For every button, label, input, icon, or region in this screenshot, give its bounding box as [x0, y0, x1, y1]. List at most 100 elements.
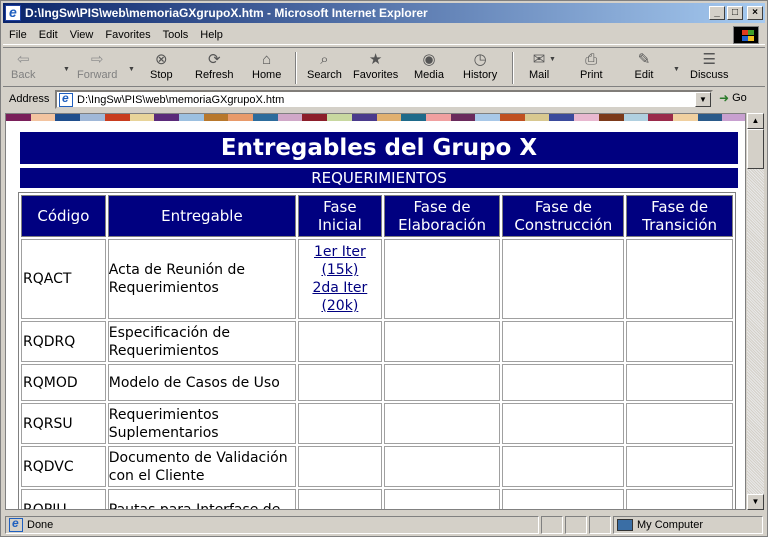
refresh-button[interactable]: ⟳ Refresh [195, 48, 234, 81]
address-dropdown-icon[interactable]: ▼ [695, 92, 711, 107]
stop-icon: ⊗ [155, 51, 168, 68]
table-row: RQPIU Pautas para Interfase de [21, 489, 733, 509]
menu-help[interactable]: Help [194, 29, 229, 41]
cell-name: Especificación de Requerimientos [107, 321, 297, 362]
cell-code: RQPIU [21, 489, 106, 509]
cell-name: Modelo de Casos de Uso [107, 364, 297, 401]
cell-name: Acta de Reunión de Requerimientos [107, 239, 297, 319]
zone-text: My Computer [637, 519, 704, 531]
favorites-icon: ★ [368, 51, 383, 68]
column-header-entregable: Entregable [107, 195, 297, 237]
go-button[interactable]: ➜ Go [719, 91, 747, 105]
scroll-down-icon[interactable]: ▼ [747, 494, 764, 510]
column-header-fase-transicion: Fase de Transición [626, 195, 733, 237]
cell-empty [626, 446, 733, 487]
page-viewport: Entregables del Grupo X REQUERIMIENTOS C… [5, 113, 746, 510]
favorites-button[interactable]: ★ Favorites [353, 48, 398, 81]
search-button[interactable]: ⌕ Search [307, 48, 342, 81]
cell-empty [626, 239, 733, 319]
status-pane [541, 516, 563, 534]
edit-dropdown-icon[interactable]: ▼ [673, 66, 680, 73]
menu-favorites[interactable]: Favorites [99, 29, 156, 41]
cell-code: RQRSU [21, 403, 106, 444]
column-header-fase-elaboracion: Fase de Elaboración [383, 195, 501, 237]
forward-arrow-icon: ⇨ [90, 51, 104, 68]
scroll-thumb[interactable] [747, 129, 764, 169]
cell-fase-inicial: 1er Iter (15k) 2da Iter (20k) [298, 239, 382, 319]
search-icon: ⌕ [320, 51, 329, 68]
cell-empty [298, 446, 382, 487]
link-2da-iter[interactable]: 2da Iter (20k) [299, 279, 381, 315]
go-arrow-icon: ➜ [719, 91, 730, 105]
edit-icon: ✎ [637, 51, 651, 68]
cell-empty [383, 403, 501, 444]
address-label: Address [9, 93, 50, 105]
print-icon: ⎙ [585, 51, 598, 68]
minimize-button[interactable]: _ [709, 6, 725, 20]
scroll-up-icon[interactable]: ▲ [747, 113, 764, 129]
menu-edit[interactable]: Edit [33, 29, 64, 41]
link-1er-iter[interactable]: 1er Iter (15k) [299, 243, 381, 279]
back-arrow-icon: ⇦ [16, 51, 30, 68]
cell-name: Documento de Validación con el Cliente [107, 446, 297, 487]
toolbar-separator [295, 52, 297, 84]
ie-icon [5, 4, 21, 21]
toolbar-separator [512, 52, 514, 84]
color-stripe [6, 114, 745, 121]
column-header-fase-construccion: Fase de Construcción [502, 195, 625, 237]
table-row: RQRSU Requerimientos Suplementarios [21, 403, 733, 444]
mail-icon: ✉ [532, 51, 546, 68]
address-input[interactable]: D:\IngSw\PIS\web\memoriaGXgrupoX.htm ▼ [55, 90, 713, 109]
menu-file[interactable]: File [3, 29, 33, 41]
page-done-icon [9, 516, 23, 532]
edit-button[interactable]: ✎ Edit [634, 48, 654, 81]
mail-dropdown-icon[interactable]: ▼ [549, 56, 556, 63]
mail-button[interactable]: ✉ Mail [529, 48, 549, 81]
back-button[interactable]: ⇦ Back [11, 48, 35, 81]
column-header-fase-inicial: Fase Inicial [298, 195, 382, 237]
discuss-button[interactable]: ☰ Discuss [690, 48, 729, 81]
page-icon [59, 91, 73, 107]
cell-empty [502, 446, 625, 487]
table-row: RQMOD Modelo de Casos de Uso [21, 364, 733, 401]
forward-button[interactable]: ⇨ Forward [77, 48, 117, 81]
cell-empty [626, 489, 733, 509]
table-header-row: Código Entregable Fase Inicial Fase de E… [21, 195, 733, 237]
page-title: Entregables del Grupo X [20, 132, 738, 164]
cell-code: RQDVC [21, 446, 106, 487]
zone-pane: My Computer [613, 516, 763, 534]
print-button[interactable]: ⎙ Print [580, 48, 603, 81]
home-button[interactable]: ⌂ Home [252, 48, 281, 81]
menu-tools[interactable]: Tools [157, 29, 195, 41]
address-url: D:\IngSw\PIS\web\memoriaGXgrupoX.htm [77, 93, 285, 106]
toolbar: ⇦ Back ▼ ⇨ Forward ▼ ⊗ Stop ⟳ Refresh ⌂ … [3, 47, 765, 87]
status-text-pane: Done [5, 516, 539, 534]
cell-empty [502, 489, 625, 509]
discuss-icon: ☰ [702, 51, 716, 68]
cell-empty [298, 403, 382, 444]
status-text: Done [27, 519, 54, 531]
menu-view[interactable]: View [64, 29, 100, 41]
history-button[interactable]: ◷ History [463, 48, 497, 81]
cell-code: RQACT [21, 239, 106, 319]
cell-empty [626, 403, 733, 444]
vertical-scrollbar[interactable]: ▲ ▼ [747, 113, 764, 510]
page-content: Entregables del Grupo X REQUERIMIENTOS C… [18, 132, 738, 509]
stop-button[interactable]: ⊗ Stop [150, 48, 173, 81]
cell-empty [626, 364, 733, 401]
cell-empty [298, 489, 382, 509]
deliverables-table: Código Entregable Fase Inicial Fase de E… [18, 192, 736, 509]
status-pane [589, 516, 611, 534]
forward-dropdown-icon[interactable]: ▼ [128, 66, 135, 73]
title-bar: D:\IngSw\PIS\web\memoriaGXgrupoX.htm - M… [3, 3, 765, 23]
maximize-button[interactable]: □ [727, 6, 743, 20]
close-button[interactable]: × [747, 6, 763, 20]
cell-empty [383, 321, 501, 362]
cell-empty [383, 239, 501, 319]
table-row: RQDRQ Especificación de Requerimientos [21, 321, 733, 362]
cell-empty [502, 403, 625, 444]
menu-bar: File Edit View Favorites Tools Help [3, 25, 765, 45]
back-dropdown-icon[interactable]: ▼ [63, 66, 70, 73]
media-button[interactable]: ◉ Media [414, 48, 444, 81]
status-bar: Done My Computer [3, 514, 765, 535]
